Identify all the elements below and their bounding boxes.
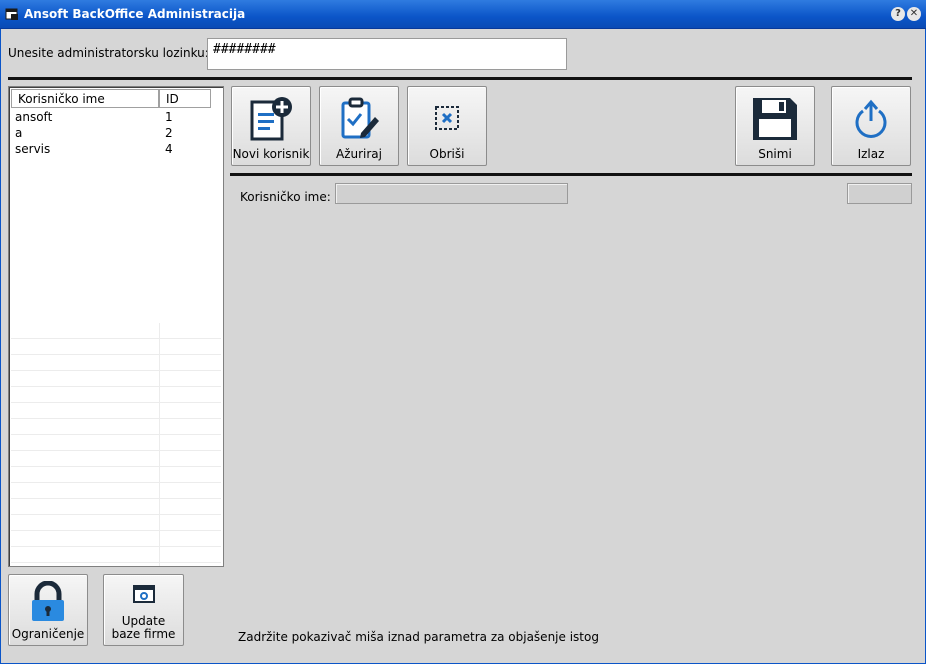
window-settings-icon [132, 585, 155, 603]
restriction-label: Ograničenje [11, 627, 85, 641]
title-bar: Ansoft BackOffice Administracija ? ✕ [0, 0, 926, 29]
update-button[interactable]: Ažuriraj [319, 86, 399, 166]
password-label: Unesite administratorsku lozinku: [8, 46, 209, 60]
help-button[interactable]: ? [891, 7, 905, 21]
restriction-button[interactable]: Ograničenje [8, 574, 88, 646]
table-row[interactable]: ansoft 1 [11, 109, 221, 125]
column-header-username[interactable]: Korisničko ime [11, 89, 159, 108]
table-row[interactable]: a 2 [11, 125, 221, 141]
delete-button[interactable]: Obriši [407, 86, 487, 166]
exit-label: Izlaz [857, 147, 885, 161]
column-header-id[interactable]: ID [159, 89, 211, 108]
power-icon [855, 99, 887, 138]
update-db-button[interactable]: Update baze firme [103, 574, 184, 646]
delete-label: Obriši [429, 147, 465, 161]
cell-username: ansoft [15, 110, 53, 124]
delete-icon [435, 106, 459, 130]
floppy-disk-icon [753, 98, 797, 140]
cell-id: 2 [165, 126, 173, 140]
update-label: Ažuriraj [335, 147, 382, 161]
save-button[interactable]: Snimi [735, 86, 815, 166]
id-field[interactable] [847, 183, 912, 204]
username-label: Korisničko ime: [240, 190, 331, 204]
clipboard-edit-icon [341, 97, 379, 139]
toolbar-separator [230, 173, 912, 176]
window-title: Ansoft BackOffice Administracija [24, 7, 246, 21]
cell-username: a [15, 126, 23, 140]
padlock-icon [32, 581, 64, 621]
table-row[interactable]: servis 4 [11, 141, 221, 157]
new-user-label: Novi korisnik [232, 147, 310, 161]
update-db-label: Update baze firme [111, 614, 176, 641]
username-field[interactable] [335, 183, 568, 204]
top-separator [8, 77, 912, 80]
password-input[interactable]: ######## [207, 38, 567, 70]
cell-id: 1 [165, 110, 173, 124]
cell-id: 4 [165, 142, 173, 156]
empty-grid [11, 323, 221, 566]
user-list[interactable]: Korisničko ime ID ansoft 1 a 2 servis 4 [8, 86, 224, 567]
save-label: Snimi [758, 147, 792, 161]
status-hint: Zadržite pokazivač miša iznad parametra … [238, 630, 599, 644]
exit-button[interactable]: Izlaz [831, 86, 911, 166]
new-user-icon [250, 97, 292, 141]
cell-username: servis [15, 142, 51, 156]
new-user-button[interactable]: Novi korisnik [231, 86, 311, 166]
close-button[interactable]: ✕ [907, 7, 921, 21]
app-icon [5, 8, 18, 20]
